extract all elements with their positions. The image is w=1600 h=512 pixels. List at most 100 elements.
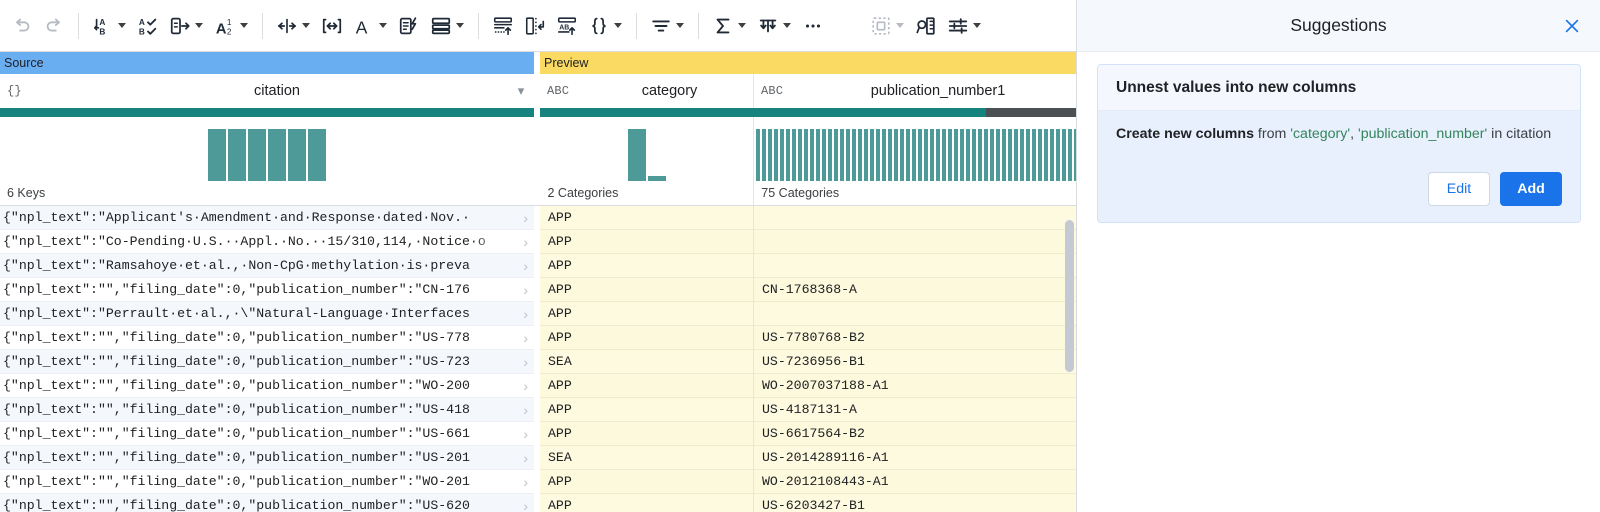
cell-publication-number1[interactable]: WO-2007037188-A1 (754, 374, 1076, 398)
cell-publication-number1[interactable]: US-7236956-B1 (754, 350, 1076, 374)
close-icon[interactable] (1558, 12, 1586, 40)
cell-publication-number1[interactable] (754, 254, 1076, 278)
cell-category[interactable]: APP (540, 278, 754, 302)
table-row[interactable]: {"npl_text":"","filing_date":0,"publicat… (0, 278, 1076, 302)
select-region-button[interactable] (865, 8, 910, 44)
cell-category[interactable]: SEA (540, 446, 754, 470)
cell-citation[interactable]: {"npl_text":"","filing_date":0,"publicat… (0, 470, 534, 494)
vertical-scrollbar[interactable] (1065, 220, 1074, 372)
expand-row-chevron-icon[interactable]: › (523, 254, 528, 277)
unnest-columns-button[interactable] (487, 8, 519, 44)
expand-row-chevron-icon[interactable]: › (523, 446, 528, 469)
edit-button[interactable]: Edit (1428, 171, 1490, 206)
column-header-citation[interactable]: {} citation ▾ (0, 74, 534, 108)
cell-citation[interactable]: {"npl_text":"","filing_date":0,"publicat… (0, 398, 534, 422)
chevron-down-icon[interactable]: ▾ (508, 83, 534, 99)
filter-button[interactable] (645, 8, 690, 44)
histogram-bar (876, 129, 880, 181)
cell-category[interactable]: APP (540, 422, 754, 446)
cell-publication-number1[interactable]: US-4187131-A (754, 398, 1076, 422)
extract-button[interactable] (393, 8, 425, 44)
aggregate-button[interactable] (707, 8, 752, 44)
histogram-bar (268, 129, 286, 181)
cell-publication-number1[interactable]: CN-1768368-A (754, 278, 1076, 302)
cell-citation[interactable]: {"npl_text":"","filing_date":0,"publicat… (0, 494, 534, 512)
cell-category[interactable]: SEA (540, 350, 754, 374)
histogram-bar (627, 129, 646, 181)
expand-row-chevron-icon[interactable]: › (523, 278, 528, 301)
validate-rows-button[interactable]: A B (132, 8, 164, 44)
cell-publication-number1[interactable]: WO-2012108443-A1 (754, 470, 1076, 494)
cell-publication-number1[interactable]: US-7780768-B2 (754, 326, 1076, 350)
cell-citation[interactable]: {"npl_text":"","filing_date":0,"publicat… (0, 374, 534, 398)
redo-button[interactable] (38, 8, 70, 44)
cell-publication-number1[interactable] (754, 302, 1076, 326)
cell-citation[interactable]: {"npl_text":"","filing_date":0,"publicat… (0, 278, 534, 302)
fit-column-button[interactable] (316, 8, 348, 44)
cell-publication-number1[interactable]: US-6203427-B1 (754, 494, 1076, 512)
expand-row-chevron-icon[interactable]: › (523, 230, 528, 253)
cell-category[interactable]: APP (540, 398, 754, 422)
cell-category[interactable]: APP (540, 230, 754, 254)
table-row[interactable]: {"npl_text":"Co-Pending·U.S.··Appl.·No.·… (0, 230, 1076, 254)
table-row[interactable]: {"npl_text":"","filing_date":0,"publicat… (0, 470, 1076, 494)
cell-category[interactable]: APP (540, 374, 754, 398)
undo-button[interactable] (6, 8, 38, 44)
table-row[interactable]: {"npl_text":"","filing_date":0,"publicat… (0, 446, 1076, 470)
cell-category[interactable]: APP (540, 470, 754, 494)
flatten-button[interactable]: A B (551, 8, 583, 44)
settings-sliders-button[interactable] (942, 8, 987, 44)
unnest-rows-button[interactable] (519, 8, 551, 44)
data-rows-container[interactable]: {"npl_text":"Applicant's·Amendment·and·R… (0, 206, 1076, 512)
expand-row-chevron-icon[interactable]: › (523, 470, 528, 493)
split-column-button[interactable] (164, 8, 209, 44)
cell-category[interactable]: APP (540, 206, 754, 230)
expand-row-chevron-icon[interactable]: › (523, 302, 528, 325)
table-row[interactable]: {"npl_text":"Applicant's·Amendment·and·R… (0, 206, 1076, 230)
add-button[interactable]: Add (1500, 171, 1562, 206)
expand-row-chevron-icon[interactable]: › (523, 398, 528, 421)
text-format-button[interactable]: A (348, 8, 393, 44)
expand-row-chevron-icon[interactable]: › (523, 374, 528, 397)
histogram-bar (762, 129, 766, 181)
cell-category[interactable]: APP (540, 494, 754, 512)
json-braces-button[interactable] (583, 8, 628, 44)
change-type-button[interactable]: A 1 2 (209, 8, 254, 44)
cell-category[interactable]: APP (540, 302, 754, 326)
cell-citation[interactable]: {"npl_text":"Applicant's·Amendment·and·R… (0, 206, 534, 230)
cell-publication-number1[interactable]: US-6617564-B2 (754, 422, 1076, 446)
expand-row-chevron-icon[interactable]: › (523, 422, 528, 445)
inspect-button[interactable] (910, 8, 942, 44)
cell-citation[interactable]: {"npl_text":"Ramsahoye·et·al.,·Non-CpG·m… (0, 254, 534, 278)
table-row[interactable]: {"npl_text":"","filing_date":0,"publicat… (0, 398, 1076, 422)
merge-rows-button[interactable] (425, 8, 470, 44)
more-options-button[interactable] (797, 8, 829, 44)
column-header-publication-number1[interactable]: ABC publication_number1 (754, 74, 1076, 108)
cell-publication-number1[interactable] (754, 206, 1076, 230)
expand-row-chevron-icon[interactable]: › (523, 206, 528, 229)
table-row[interactable]: {"npl_text":"Ramsahoye·et·al.,·Non-CpG·m… (0, 254, 1076, 278)
cell-category[interactable]: APP (540, 254, 754, 278)
cell-publication-number1[interactable] (754, 230, 1076, 254)
column-header-category[interactable]: ABC category (540, 74, 754, 108)
table-row[interactable]: {"npl_text":"","filing_date":0,"publicat… (0, 422, 1076, 446)
cell-category[interactable]: APP (540, 326, 754, 350)
cell-citation[interactable]: {"npl_text":"Co-Pending·U.S.··Appl.·No.·… (0, 230, 534, 254)
cell-citation[interactable]: {"npl_text":"","filing_date":0,"publicat… (0, 350, 534, 374)
expand-row-chevron-icon[interactable]: › (523, 494, 528, 512)
expand-row-chevron-icon[interactable]: › (523, 326, 528, 349)
trim-whitespace-button[interactable] (271, 8, 316, 44)
pivot-button[interactable] (752, 8, 797, 44)
cell-publication-number1[interactable]: US-2014289116-A1 (754, 446, 1076, 470)
cell-citation[interactable]: {"npl_text":"","filing_date":0,"publicat… (0, 422, 534, 446)
table-row[interactable]: {"npl_text":"","filing_date":0,"publicat… (0, 374, 1076, 398)
table-row[interactable]: {"npl_text":"","filing_date":0,"publicat… (0, 350, 1076, 374)
cell-citation[interactable]: {"npl_text":"","filing_date":0,"publicat… (0, 326, 534, 350)
replace-text-button[interactable]: A B (87, 8, 132, 44)
table-row[interactable]: {"npl_text":"","filing_date":0,"publicat… (0, 326, 1076, 350)
cell-citation[interactable]: {"npl_text":"Perrault·et·al.,·\"Natural-… (0, 302, 534, 326)
cell-citation[interactable]: {"npl_text":"","filing_date":0,"publicat… (0, 446, 534, 470)
table-row[interactable]: {"npl_text":"Perrault·et·al.,·\"Natural-… (0, 302, 1076, 326)
table-row[interactable]: {"npl_text":"","filing_date":0,"publicat… (0, 494, 1076, 512)
expand-row-chevron-icon[interactable]: › (523, 350, 528, 373)
